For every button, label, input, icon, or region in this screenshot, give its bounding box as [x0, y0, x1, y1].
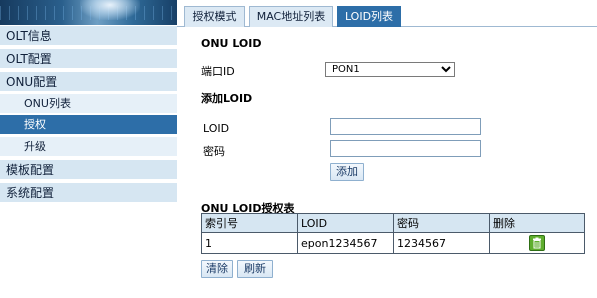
sidebar-subitem-authorization[interactable]: 授权: [0, 115, 177, 135]
sidebar: OLT信息 OLT配置 ONU配置 ONU列表 授权 升级 模板配置 系统配置: [0, 0, 177, 298]
port-id-select[interactable]: PON1: [325, 62, 455, 77]
sidebar-item-onu-config[interactable]: ONU配置: [0, 72, 177, 92]
column-header-password: 密码: [393, 213, 490, 233]
loid-label: LOID: [203, 122, 230, 135]
sidebar-item-system-config[interactable]: 系统配置: [0, 183, 177, 203]
table-row: 1 epon1234567 1234567: [201, 232, 585, 254]
port-id-label: 端口ID: [201, 65, 235, 78]
loid-auth-table: 索引号 LOID 密码 删除 1 epon1234567 1234567: [201, 213, 585, 254]
sidebar-item-olt-info[interactable]: OLT信息: [0, 26, 177, 46]
sidebar-item-olt-config[interactable]: OLT配置: [0, 49, 177, 69]
tab-bar: 授权模式 MAC地址列表 LOID列表: [177, 0, 597, 27]
onu-loid-title: ONU LOID: [201, 37, 262, 50]
sidebar-subitem-upgrade[interactable]: 升级: [0, 137, 177, 157]
column-header-loid: LOID: [297, 213, 394, 233]
trash-icon[interactable]: [529, 235, 545, 251]
main-panel: 授权模式 MAC地址列表 LOID列表 ONU LOID 端口ID PON1 添…: [177, 0, 597, 298]
sidebar-subitem-onu-list[interactable]: ONU列表: [0, 94, 177, 114]
header-banner-image: [0, 0, 177, 25]
password-label: 密码: [203, 145, 225, 158]
cell-index: 1: [201, 232, 298, 254]
refresh-button[interactable]: 刷新: [237, 260, 273, 278]
table-header-row: 索引号 LOID 密码 删除: [201, 213, 585, 233]
sidebar-item-template-config[interactable]: 模板配置: [0, 160, 177, 180]
column-header-delete: 删除: [489, 213, 585, 233]
loid-input[interactable]: [330, 118, 481, 135]
add-button[interactable]: 添加: [330, 163, 364, 181]
tab-auth-mode[interactable]: 授权模式: [184, 6, 245, 27]
add-loid-title: 添加LOID: [201, 92, 253, 105]
password-input[interactable]: [330, 140, 481, 157]
clear-button[interactable]: 清除: [201, 260, 233, 278]
tab-mac-address-list[interactable]: MAC地址列表: [249, 6, 333, 27]
tab-loid-list[interactable]: LOID列表: [337, 6, 401, 27]
cell-delete: [489, 232, 585, 254]
cell-password: 1234567: [393, 232, 490, 254]
column-header-index: 索引号: [201, 213, 298, 233]
cell-loid: epon1234567: [297, 232, 394, 254]
